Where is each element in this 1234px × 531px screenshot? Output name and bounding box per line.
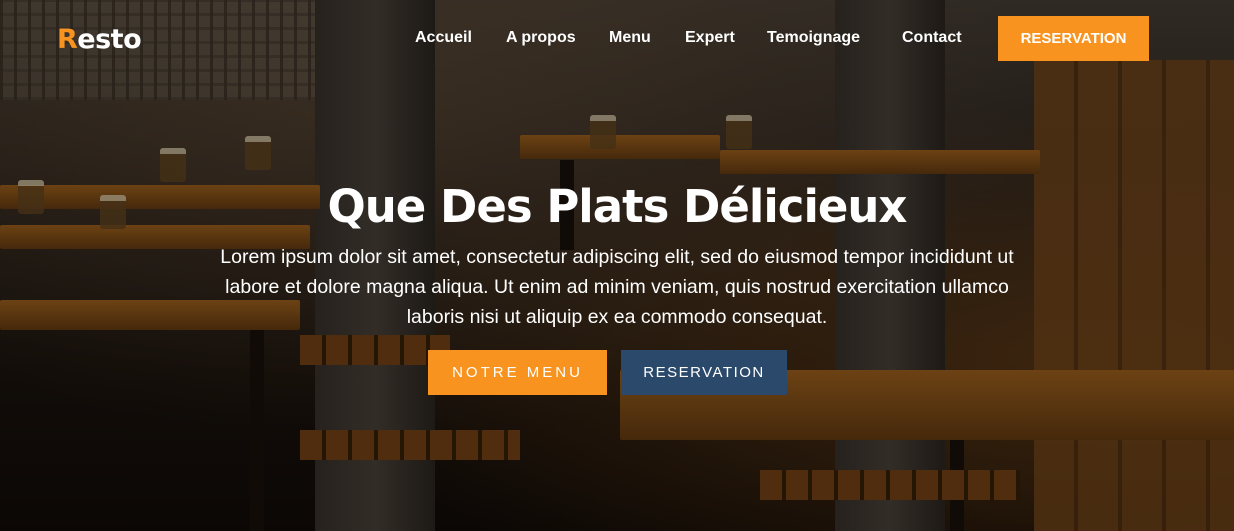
navbar: Resto Accueil A propos Menu Expert Temoi…: [0, 0, 1234, 78]
brand-logo[interactable]: Resto: [57, 24, 142, 55]
reservation-nav-button[interactable]: RESERVATION: [998, 16, 1149, 61]
reservation-button[interactable]: RESERVATION: [621, 350, 787, 395]
menu-button[interactable]: NOTRE MENU: [428, 350, 607, 395]
hero-section: Resto Accueil A propos Menu Expert Temoi…: [0, 0, 1234, 531]
brand-logo-initial: R: [57, 24, 78, 55]
nav-item-menu[interactable]: Menu: [609, 29, 651, 47]
hero-content: Que Des Plats Délicieux Lorem ipsum dolo…: [0, 178, 1234, 332]
hero-description: Lorem ipsum dolor sit amet, consectetur …: [220, 246, 1014, 328]
nav-item-contact[interactable]: Contact: [902, 29, 962, 47]
nav-item-temoignage[interactable]: Temoignage: [767, 29, 860, 47]
nav-item-accueil[interactable]: Accueil: [415, 29, 472, 47]
nav-item-expert[interactable]: Expert: [685, 29, 735, 47]
nav-item-a-propos[interactable]: A propos: [506, 29, 576, 47]
brand-logo-text: esto: [77, 24, 142, 55]
hero-title: Que Des Plats Délicieux: [327, 180, 908, 233]
